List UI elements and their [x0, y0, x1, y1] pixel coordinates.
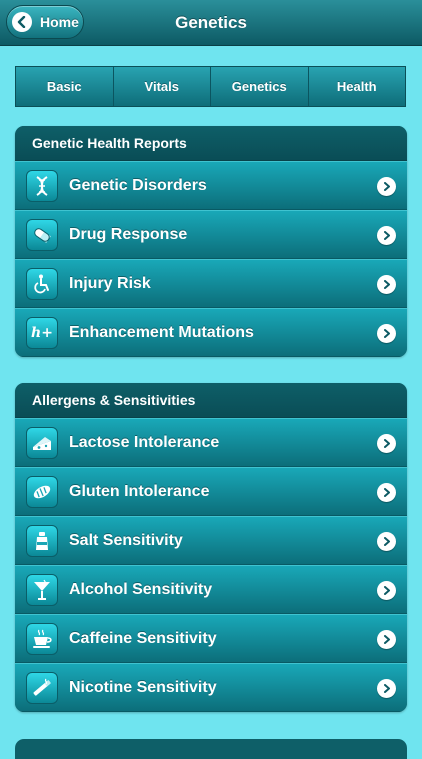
list-item-label: Genetic Disorders: [69, 177, 207, 194]
cheese-icon: [26, 427, 58, 459]
chevron-right-icon: [377, 434, 396, 453]
next-section-header: [15, 739, 407, 759]
chevron-right-icon: [377, 483, 396, 502]
chevron-right-icon: [377, 532, 396, 551]
list-item-label: Nicotine Sensitivity: [69, 679, 217, 696]
chevron-right-icon: [377, 275, 396, 294]
list-item-drug-response[interactable]: Drug Response: [15, 210, 407, 259]
h-plus-icon: h+: [26, 317, 58, 349]
tab-bar: Basic Vitals Genetics Health: [15, 66, 406, 107]
pill-icon: [26, 219, 58, 251]
list-item-label: Injury Risk: [69, 275, 151, 292]
tab-basic[interactable]: Basic: [16, 67, 114, 106]
list-item-label: Salt Sensitivity: [69, 532, 183, 549]
tab-genetics[interactable]: Genetics: [211, 67, 309, 106]
section-genetic-health-reports: Genetic Health Reports Genetic Disorders: [15, 126, 407, 357]
list-item-gluten-intolerance[interactable]: Gluten Intolerance: [15, 467, 407, 516]
chevron-right-icon: [377, 324, 396, 343]
bread-icon: [26, 476, 58, 508]
section-header: Genetic Health Reports: [15, 126, 407, 161]
chevron-right-icon: [377, 679, 396, 698]
navigation-bar: Home Genetics: [0, 0, 422, 46]
tab-vitals[interactable]: Vitals: [114, 67, 211, 106]
list-item-lactose-intolerance[interactable]: Lactose Intolerance: [15, 418, 407, 467]
list-item-label: Alcohol Sensitivity: [69, 581, 213, 598]
list-item-caffeine-sensitivity[interactable]: Caffeine Sensitivity: [15, 614, 407, 663]
section-allergens-sensitivities: Allergens & Sensitivities Lactose Intole…: [15, 383, 407, 712]
list-item-injury-risk[interactable]: Injury Risk: [15, 259, 407, 308]
chevron-right-icon: [377, 581, 396, 600]
list-item-nicotine-sensitivity[interactable]: Nicotine Sensitivity: [15, 663, 407, 712]
page-title: Genetics: [175, 13, 247, 32]
chevron-right-icon: [377, 226, 396, 245]
list-item-label: Gluten Intolerance: [69, 483, 210, 500]
list-item-salt-sensitivity[interactable]: Salt Sensitivity: [15, 516, 407, 565]
coffee-cup-icon: [26, 623, 58, 655]
cigarette-icon: [26, 672, 58, 704]
tab-health[interactable]: Health: [309, 67, 406, 106]
dna-icon: [26, 170, 58, 202]
cocktail-glass-icon: [26, 574, 58, 606]
list-item-alcohol-sensitivity[interactable]: Alcohol Sensitivity: [15, 565, 407, 614]
list-item-label: Lactose Intolerance: [69, 434, 220, 451]
section-header: Allergens & Sensitivities: [15, 383, 407, 418]
h-plus-icon-text: h+: [31, 325, 53, 341]
chevron-right-icon: [377, 177, 396, 196]
list-item-genetic-disorders[interactable]: Genetic Disorders: [15, 161, 407, 210]
salt-shaker-icon: [26, 525, 58, 557]
list-item-enhancement-mutations[interactable]: h+ Enhancement Mutations: [15, 308, 407, 357]
chevron-right-icon: [377, 630, 396, 649]
list-item-label: Enhancement Mutations: [69, 324, 254, 341]
wheelchair-icon: [26, 268, 58, 300]
list-item-label: Drug Response: [69, 226, 188, 243]
list-item-label: Caffeine Sensitivity: [69, 630, 217, 647]
